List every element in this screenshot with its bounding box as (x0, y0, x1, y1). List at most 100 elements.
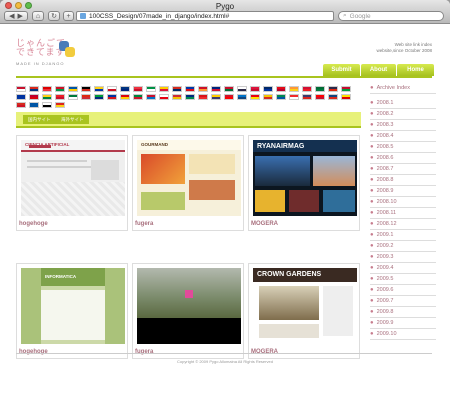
flag-icon[interactable] (198, 94, 208, 100)
archive-item[interactable]: ● 2009.10 (370, 329, 436, 340)
flag-icon[interactable] (328, 86, 338, 92)
flag-icon[interactable] (146, 94, 156, 100)
flag-icon[interactable] (16, 94, 26, 100)
flag-icon[interactable] (133, 94, 143, 100)
flag-icon[interactable] (315, 86, 325, 92)
site-thumbnail[interactable]: INFORMATICA (21, 268, 125, 344)
flag-icon[interactable] (68, 94, 78, 100)
nav-about[interactable]: About (361, 64, 396, 76)
archive-title[interactable]: ● Archive Index (370, 83, 436, 94)
site-thumbnail[interactable]: RYANAIRMAG (253, 140, 357, 216)
flag-icon[interactable] (237, 94, 247, 100)
site-thumbnail[interactable]: CROWN GARDENS (253, 268, 357, 344)
archive-item[interactable]: ● 2009.4 (370, 263, 436, 274)
flag-icon[interactable] (250, 94, 260, 100)
tab-domestic[interactable]: 国内サイト (23, 115, 56, 124)
site-card[interactable]: CROWN GARDENS MOGERA (248, 263, 360, 359)
flag-icon[interactable] (289, 94, 299, 100)
site-card-caption[interactable]: MOGERA (251, 349, 278, 355)
flag-icon[interactable] (81, 94, 91, 100)
archive-item[interactable]: ● 2009.1 (370, 230, 436, 241)
flag-icon[interactable] (315, 94, 325, 100)
forward-icon[interactable]: ▶ (18, 12, 23, 20)
flag-icon[interactable] (94, 86, 104, 92)
flag-icon[interactable] (146, 86, 156, 92)
flag-icon[interactable] (68, 86, 78, 92)
archive-item[interactable]: ● 2009.6 (370, 285, 436, 296)
flag-icon[interactable] (263, 94, 273, 100)
archive-item[interactable]: ● 2008.12 (370, 219, 436, 230)
flag-icon[interactable] (263, 86, 273, 92)
site-card[interactable]: CIENCIA ARTIFICIAL hogehoge (16, 135, 128, 231)
flag-icon[interactable] (289, 86, 299, 92)
archive-item[interactable]: ● 2008.11 (370, 208, 436, 219)
flag-icon[interactable] (211, 86, 221, 92)
flag-icon[interactable] (302, 86, 312, 92)
archive-item[interactable]: ● 2008.1 (370, 98, 436, 109)
back-icon[interactable]: ◀ (9, 12, 14, 20)
flag-icon[interactable] (55, 94, 65, 100)
archive-item[interactable]: ● 2009.8 (370, 307, 436, 318)
flag-icon[interactable] (185, 94, 195, 100)
flag-icon[interactable] (341, 94, 351, 100)
flag-icon[interactable] (42, 86, 52, 92)
nav-submit[interactable]: Submit (323, 64, 360, 76)
flag-icon[interactable] (341, 86, 351, 92)
flag-icon[interactable] (120, 86, 130, 92)
flag-icon[interactable] (172, 86, 182, 92)
search-input[interactable]: ⌕ Google (338, 11, 444, 21)
archive-item[interactable]: ● 2008.4 (370, 131, 436, 142)
flag-icon[interactable] (159, 86, 169, 92)
archive-item[interactable]: ● 2009.7 (370, 296, 436, 307)
add-bookmark-button[interactable]: + (63, 11, 74, 21)
flag-icon[interactable] (94, 94, 104, 100)
flag-icon[interactable] (81, 86, 91, 92)
archive-item[interactable]: ● 2009.3 (370, 252, 436, 263)
flag-icon[interactable] (42, 102, 52, 108)
site-thumbnail[interactable]: GOURMAND (137, 140, 241, 216)
reload-button[interactable]: ↻ (48, 11, 60, 21)
archive-item[interactable]: ● 2008.7 (370, 164, 436, 175)
site-card[interactable]: GOURMAND fugera (132, 135, 244, 231)
flag-icon[interactable] (224, 86, 234, 92)
archive-item[interactable]: ● 2009.9 (370, 318, 436, 329)
flag-icon[interactable] (185, 86, 195, 92)
flag-icon[interactable] (198, 86, 208, 92)
flag-icon[interactable] (107, 86, 117, 92)
flag-icon[interactable] (55, 86, 65, 92)
archive-item[interactable]: ● 2008.10 (370, 197, 436, 208)
site-card[interactable]: INFORMATICA hogehoge (16, 263, 128, 359)
nav-home[interactable]: Home (397, 64, 434, 76)
site-card-caption[interactable]: fugera (135, 221, 153, 227)
flag-icon[interactable] (133, 86, 143, 92)
flag-icon[interactable] (29, 86, 39, 92)
flag-icon[interactable] (302, 94, 312, 100)
flag-icon[interactable] (29, 102, 39, 108)
flag-icon[interactable] (107, 94, 117, 100)
flag-icon[interactable] (276, 86, 286, 92)
site-card-caption[interactable]: MOGERA (251, 221, 278, 227)
site-card[interactable]: RYANAIRMAG MOGERA (248, 135, 360, 231)
archive-item[interactable]: ● 2009.5 (370, 274, 436, 285)
home-button[interactable]: ⌂ (32, 11, 44, 21)
archive-item[interactable]: ● 2008.3 (370, 120, 436, 131)
flag-icon[interactable] (172, 94, 182, 100)
flag-icon[interactable] (55, 102, 65, 108)
flag-icon[interactable] (211, 94, 221, 100)
archive-item[interactable]: ● 2008.9 (370, 186, 436, 197)
flag-icon[interactable] (16, 86, 26, 92)
archive-item[interactable]: ● 2008.2 (370, 109, 436, 120)
site-logo[interactable]: じゃんごで できてます MADE IN DJANGO (16, 39, 80, 71)
site-card-caption[interactable]: hogehoge (19, 349, 48, 355)
flag-icon[interactable] (159, 94, 169, 100)
archive-item[interactable]: ● 2008.8 (370, 175, 436, 186)
flag-icon[interactable] (16, 102, 26, 108)
tab-overseas[interactable]: 海外サイト (56, 115, 89, 124)
flag-icon[interactable] (328, 94, 338, 100)
flag-icon[interactable] (29, 94, 39, 100)
flag-icon[interactable] (224, 94, 234, 100)
flag-icon[interactable] (276, 94, 286, 100)
url-bar[interactable]: 100CSS_Design/07made_in_django/index.htm… (76, 11, 334, 21)
flag-icon[interactable] (250, 86, 260, 92)
site-thumbnail[interactable] (137, 268, 241, 344)
